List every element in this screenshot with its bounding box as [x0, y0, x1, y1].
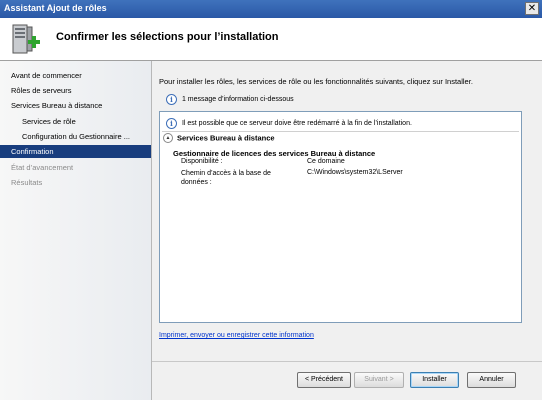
- section-title: Services Bureau à distance: [177, 133, 275, 143]
- previous-button[interactable]: < Précédent: [297, 372, 351, 388]
- cancel-button[interactable]: Annuler: [467, 372, 516, 388]
- detail-value: C:\Windows\system32\LServer: [307, 169, 403, 176]
- collapse-chevron-icon[interactable]: ▲: [163, 133, 173, 144]
- window-title: Assistant Ajout de rôles: [4, 3, 107, 13]
- subsection-title: Gestionnaire de licences des services Bu…: [173, 149, 376, 158]
- button-bar-separator: [152, 361, 542, 362]
- sidebar-item-resultats: Résultats: [11, 178, 43, 187]
- detail-value: Ce domaine: [307, 158, 345, 165]
- info-icon: i: [166, 94, 177, 105]
- sidebar-item-services-bureau-a-distance[interactable]: Services Bureau à distance: [0, 99, 151, 112]
- sidebar-item-configuration-gestionnaire[interactable]: Configuration du Gestionnaire ...: [0, 130, 151, 143]
- detail-label: Disponibilité :: [181, 158, 223, 165]
- restart-warning-text: Il est possible que ce serveur doive êtr…: [181, 120, 412, 127]
- sidebar-item-etat-avancement: État d’avancement: [11, 163, 74, 172]
- main-content: Pour installer les rôles, les services d…: [152, 61, 542, 400]
- confirmation-panel: i Il est possible que ce serveur doive ê…: [159, 111, 522, 323]
- info-message-count: i 1 message d’information ci-dessous: [166, 94, 294, 105]
- info-icon: i: [166, 118, 177, 129]
- page-title: Confirmer les sélections pour l’installa…: [56, 31, 279, 43]
- sidebar-item-confirmation[interactable]: Confirmation: [0, 145, 151, 158]
- title-bar: Assistant Ajout de rôles ✕: [0, 0, 542, 18]
- install-button[interactable]: Installer: [410, 372, 459, 388]
- info-message-count-label: 1 message d’information ci-dessous: [181, 96, 294, 103]
- sidebar-item-services-de-role[interactable]: Services de rôle: [0, 115, 151, 128]
- divider: [162, 131, 519, 132]
- wizard-header: Confirmer les sélections pour l’installa…: [0, 18, 542, 61]
- instruction-text: Pour installer les rôles, les services d…: [159, 77, 473, 86]
- close-button[interactable]: ✕: [525, 2, 539, 15]
- detail-label: Chemin d’accès à la base de données :: [181, 170, 271, 186]
- sidebar-item-roles-de-serveurs[interactable]: Rôles de serveurs: [0, 84, 151, 97]
- server-add-icon: [12, 24, 40, 54]
- section-header[interactable]: ▲ Services Bureau à distance: [163, 133, 275, 144]
- sidebar-item-avant-de-commencer[interactable]: Avant de commencer: [0, 69, 151, 82]
- wizard-steps-sidebar: Avant de commencer Rôles de serveurs Ser…: [0, 61, 152, 400]
- next-button: Suivant >: [354, 372, 404, 388]
- print-send-save-link[interactable]: Imprimer, envoyer ou enregistrer cette i…: [159, 332, 314, 339]
- restart-warning: i Il est possible que ce serveur doive ê…: [166, 118, 412, 129]
